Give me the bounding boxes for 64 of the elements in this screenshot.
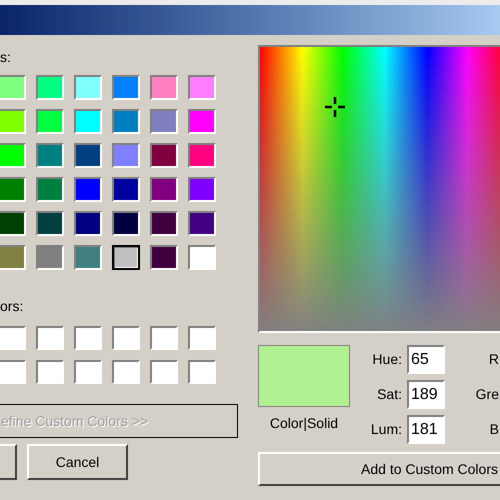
color-swatch[interactable] (112, 143, 140, 168)
color-swatch[interactable] (36, 109, 64, 134)
color-swatch[interactable] (36, 211, 64, 236)
color-swatch[interactable] (188, 75, 216, 100)
color-swatch[interactable] (150, 109, 178, 134)
custom-color-swatch[interactable] (0, 360, 26, 384)
color-swatch[interactable] (74, 75, 102, 100)
color-swatch[interactable] (150, 177, 178, 202)
color-swatch[interactable] (150, 143, 178, 168)
color-spectrum[interactable] (258, 45, 500, 333)
color-swatch[interactable] (188, 211, 216, 236)
color-swatch[interactable] (0, 245, 26, 270)
color-swatch[interactable] (112, 75, 140, 100)
value-field[interactable]: 65 (407, 345, 445, 374)
custom-color-swatch[interactable] (150, 326, 178, 350)
custom-color-swatch[interactable] (150, 360, 178, 384)
custom-color-swatch[interactable] (188, 326, 216, 350)
color-swatch[interactable] (36, 177, 64, 202)
color-swatch[interactable] (188, 245, 216, 270)
cancel-button[interactable]: Cancel (27, 444, 128, 480)
color-swatch[interactable] (74, 109, 102, 134)
field-label: Gre (476, 385, 499, 404)
field-label: Hue: (371, 350, 402, 369)
field-label: Sat: (376, 385, 402, 404)
color-swatch[interactable] (112, 211, 140, 236)
color-swatch[interactable] (150, 245, 178, 270)
color-swatch[interactable] (112, 109, 140, 134)
color-swatch[interactable] (112, 245, 140, 270)
color-swatch[interactable] (74, 211, 102, 236)
color-swatch[interactable] (0, 75, 26, 100)
color-swatch[interactable] (36, 143, 64, 168)
preview-label: Color|Solid (270, 414, 338, 433)
field-label: B (490, 420, 499, 439)
add-to-custom-colors-button[interactable]: Add to Custom Colors (258, 452, 500, 486)
field-label: R (488, 350, 499, 369)
color-swatch[interactable] (36, 75, 64, 100)
color-swatch[interactable] (150, 211, 178, 236)
custom-color-swatch[interactable] (188, 360, 216, 384)
crosshair-icon (325, 97, 345, 117)
color-swatch[interactable] (0, 211, 26, 236)
color-swatch[interactable] (74, 143, 102, 168)
custom-color-swatch[interactable] (74, 360, 102, 384)
custom-color-swatch[interactable] (112, 326, 140, 350)
field-label: Lum: (370, 420, 402, 439)
custom-colors-label: ors: (0, 298, 24, 314)
color-swatch[interactable] (36, 245, 64, 270)
custom-color-swatch[interactable] (74, 326, 102, 350)
custom-color-swatch[interactable] (36, 326, 64, 350)
custom-color-swatch[interactable] (112, 360, 140, 384)
color-swatch[interactable] (188, 109, 216, 134)
color-swatch[interactable] (74, 245, 102, 270)
custom-color-swatch[interactable] (36, 360, 64, 384)
color-swatch[interactable] (74, 177, 102, 202)
value-field[interactable]: 189 (407, 380, 445, 409)
color-swatch[interactable] (0, 177, 26, 202)
color-swatch[interactable] (150, 75, 178, 100)
color-swatch[interactable] (188, 143, 216, 168)
color-swatch[interactable] (0, 143, 26, 168)
custom-color-swatch[interactable] (0, 326, 26, 350)
value-field[interactable]: 181 (407, 415, 445, 444)
color-swatch[interactable] (112, 177, 140, 202)
color-swatch[interactable] (0, 109, 26, 134)
basic-colors-label: s: (0, 49, 11, 65)
color-swatch[interactable] (188, 177, 216, 202)
